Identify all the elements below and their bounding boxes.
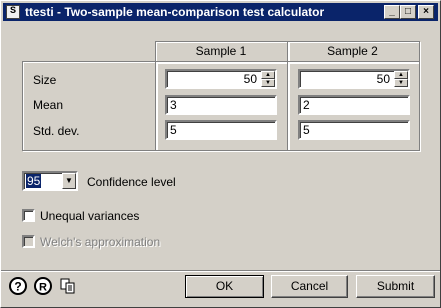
mean-label: Mean <box>33 98 64 112</box>
spin-down-icon[interactable]: ▼ <box>261 79 275 87</box>
footer-divider <box>1 270 440 272</box>
svg-text:R: R <box>39 282 47 294</box>
chevron-down-icon[interactable]: ▼ <box>62 173 76 189</box>
sd-label: Std. dev. <box>33 124 80 138</box>
size1-spinner[interactable]: 50 ▲ ▼ <box>165 69 277 89</box>
spin-up-icon[interactable]: ▲ <box>261 71 275 79</box>
cancel-button[interactable]: Cancel <box>271 275 348 298</box>
dialog-window: S ttesti - Two-sample mean-comparison te… <box>0 0 441 308</box>
mean1-input[interactable]: 3 <box>165 95 277 115</box>
stata-app-icon[interactable]: S <box>6 5 20 19</box>
unequal-variances-checkbox[interactable] <box>22 209 35 222</box>
welch-approximation-checkbox[interactable] <box>22 235 35 248</box>
size1-value: 50 <box>243 72 257 86</box>
sd1-input[interactable]: 5 <box>165 120 277 140</box>
size2-spinner[interactable]: 50 ▲ ▼ <box>298 69 410 89</box>
maximize-icon: □ <box>404 6 412 17</box>
sd2-input[interactable]: 5 <box>298 120 410 140</box>
spin-down-icon[interactable]: ▼ <box>394 79 408 87</box>
spin-up-icon[interactable]: ▲ <box>394 71 408 79</box>
sample2-header: Sample 2 <box>327 44 378 58</box>
copy-icon <box>60 278 75 294</box>
minimize-icon: _ <box>389 6 395 17</box>
svg-text:?: ? <box>14 280 21 294</box>
minimize-button[interactable]: _ <box>384 5 400 19</box>
close-icon: × <box>423 6 429 17</box>
size2-value: 50 <box>376 72 390 86</box>
size1-spin-buttons[interactable]: ▲ ▼ <box>261 71 275 87</box>
submit-button[interactable]: Submit <box>356 275 435 298</box>
close-button[interactable]: × <box>418 5 434 19</box>
mean2-input[interactable]: 2 <box>298 95 410 115</box>
reset-icon: R <box>34 277 52 295</box>
ok-button[interactable]: OK <box>185 275 264 298</box>
unequal-variances-label[interactable]: Unequal variances <box>40 209 139 223</box>
confidence-level-value: 95 <box>26 174 42 188</box>
window-title: ttesti - Two-sample mean-comparison test… <box>25 5 325 19</box>
help-button[interactable]: ? <box>9 277 27 295</box>
help-icon: ? <box>9 277 27 295</box>
size2-spin-buttons[interactable]: ▲ ▼ <box>394 71 408 87</box>
reset-button[interactable]: R <box>34 277 52 295</box>
title-bar[interactable]: S ttesti - Two-sample mean-comparison te… <box>3 3 438 21</box>
welch-approximation-label: Welch's approximation <box>40 235 161 249</box>
copy-command-button[interactable] <box>59 277 77 295</box>
maximize-button[interactable]: □ <box>400 5 416 19</box>
sample1-header: Sample 1 <box>195 44 247 58</box>
confidence-level-label: Confidence level <box>87 175 176 189</box>
size-label: Size <box>33 73 57 87</box>
confidence-level-select[interactable]: 95 ▼ <box>22 171 78 191</box>
